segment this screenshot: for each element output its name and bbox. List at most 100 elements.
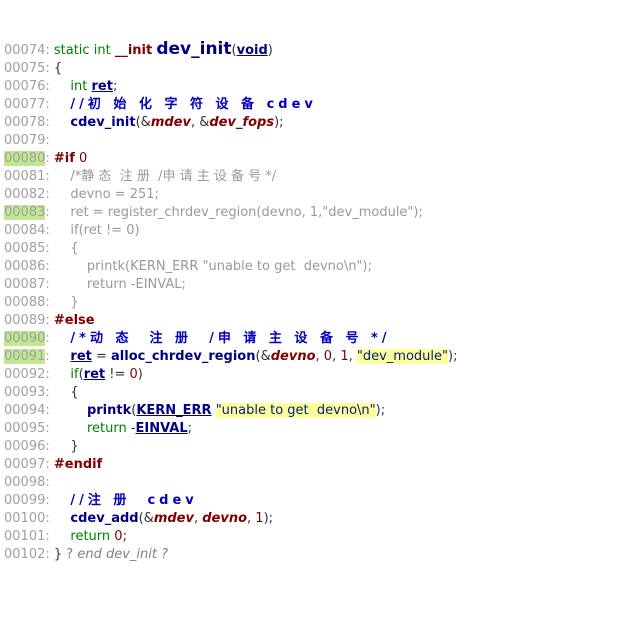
code-token: return [87, 421, 127, 436]
line-number: 00076 [4, 79, 45, 94]
code-listing: 00074: static int __init dev_init(void) … [4, 40, 619, 564]
line-number: 00080 [4, 151, 45, 166]
code-token: #endif [54, 457, 102, 472]
code-token [54, 403, 87, 418]
code-token: if(ret != 0) [54, 223, 140, 238]
code-token: /*动 态 注 册 /申 请 主 设 备 号 */ [70, 331, 390, 346]
line-number: 00091 [4, 349, 45, 364]
gutter-sep: : [45, 421, 54, 436]
gutter-sep: : [45, 277, 54, 292]
code-token: != [105, 367, 129, 382]
line-number: 00090 [4, 331, 45, 346]
gutter-sep: : [45, 61, 54, 76]
gutter-sep: : [45, 151, 54, 166]
code-token: ; [123, 529, 127, 544]
line-number: 00094 [4, 403, 45, 418]
code-token: ); [264, 511, 273, 526]
code-token: , & [191, 115, 209, 130]
code-token: } [54, 547, 62, 562]
code-token: devno = 251; [54, 187, 159, 202]
code-token: = [92, 349, 111, 364]
code-token: devno [271, 349, 316, 364]
line-number: 00100 [4, 511, 45, 526]
code-token: ; [113, 79, 117, 94]
code-token: //注 册 cdev [70, 493, 197, 508]
code-token: "dev_module" [357, 349, 448, 364]
code-token: static [54, 43, 90, 58]
line-number: 00087 [4, 277, 45, 292]
code-token: 0 [114, 529, 122, 544]
code-token [54, 511, 71, 526]
code-token [54, 493, 71, 508]
line-number: 00101 [4, 529, 45, 544]
code-token: 1 [255, 511, 263, 526]
code-token: KERN_ERR [136, 403, 211, 418]
code-token: if [70, 367, 78, 382]
code-token: 0 [130, 367, 138, 382]
gutter-sep: : [45, 133, 54, 148]
code-token: cdev_add [70, 511, 138, 526]
code-token: ); [274, 115, 283, 130]
gutter-sep: : [45, 529, 54, 544]
line-number: 00098 [4, 475, 45, 490]
gutter-sep: : [45, 475, 54, 490]
code-token: 1 [340, 349, 348, 364]
gutter-sep: : [45, 259, 54, 274]
gutter-sep: : [45, 223, 54, 238]
gutter-sep: : [45, 367, 54, 382]
code-token: int [70, 79, 87, 94]
code-token: { [70, 385, 78, 400]
code-token: ); [448, 349, 457, 364]
gutter-sep: : [45, 79, 54, 94]
gutter-sep: : [45, 511, 54, 526]
code-token [54, 529, 71, 544]
code-token: /*静 态 注 册 /申 请 主 设 备 号 */ [54, 169, 276, 184]
code-token [54, 79, 71, 94]
gutter-sep: : [45, 187, 54, 202]
code-token: 0 [324, 349, 332, 364]
gutter-sep: : [45, 439, 54, 454]
code-token: mdev [151, 115, 191, 130]
line-number: 00084 [4, 223, 45, 238]
code-token: alloc_chrdev_region [111, 349, 255, 364]
line-number: 00096 [4, 439, 45, 454]
code-token [54, 439, 71, 454]
gutter-sep: : [45, 313, 54, 328]
code-token: printk [87, 403, 131, 418]
code-token [54, 115, 71, 130]
gutter-sep: : [45, 241, 54, 256]
code-token [54, 385, 71, 400]
code-token: return -EINVAL; [54, 277, 186, 292]
gutter-sep: : [45, 43, 54, 58]
gutter-sep: : [45, 331, 54, 346]
code-token: ? [62, 547, 77, 562]
code-token [54, 349, 71, 364]
code-token: dev_init [156, 39, 231, 59]
line-number: 00079 [4, 133, 45, 148]
gutter-sep: : [45, 169, 54, 184]
code-token: cdev_init [70, 115, 135, 130]
gutter-sep: : [45, 493, 54, 508]
code-token [54, 97, 71, 112]
code-token: ) [268, 43, 273, 58]
line-number: 00081 [4, 169, 45, 184]
gutter-sep: : [45, 115, 54, 130]
line-number: 00095 [4, 421, 45, 436]
gutter-sep: : [45, 205, 54, 220]
code-token: - [127, 421, 136, 436]
code-token: mdev [154, 511, 194, 526]
gutter-sep: : [45, 97, 54, 112]
code-token: //初 始 化 字 符 设 备 cdev [70, 97, 316, 112]
code-token: ret [92, 79, 113, 94]
line-number: 00074 [4, 43, 45, 58]
code-token: printk(KERN_ERR "unable to get devno\n")… [54, 259, 372, 274]
code-token: { [54, 241, 79, 256]
code-token: #if [54, 151, 75, 166]
code-token [54, 367, 71, 382]
line-number: 00082 [4, 187, 45, 202]
line-number: 00092 [4, 367, 45, 382]
gutter-sep: : [45, 295, 54, 310]
line-number: 00102 [4, 547, 45, 562]
code-token: ) [138, 367, 143, 382]
gutter-sep: : [45, 385, 54, 400]
